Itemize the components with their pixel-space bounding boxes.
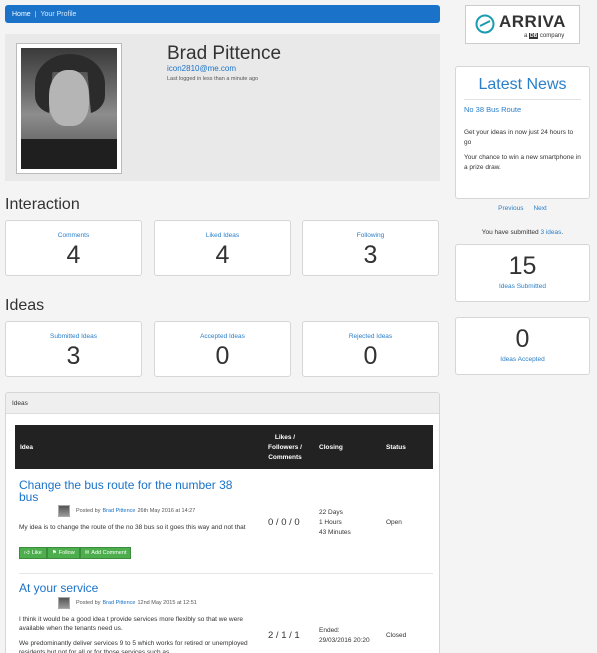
news-divider [464, 99, 581, 100]
closing-time: Ended: 29/03/2016 20:20 [319, 626, 370, 646]
rejected-ideas-label[interactable]: Rejected Ideas [303, 333, 438, 340]
accepted-ideas-label[interactable]: Accepted Ideas [155, 333, 290, 340]
following-card: Following 3 [302, 220, 439, 276]
profile-name: Brad Pittence [167, 43, 282, 64]
following-count: 3 [363, 241, 378, 269]
submitted-note-suffix: . [561, 229, 564, 236]
latest-news-title: Latest News [478, 76, 567, 93]
like-button[interactable]: 👍︎ Like [19, 547, 47, 559]
db-mark: DB [529, 33, 539, 39]
next-link[interactable]: Next [533, 205, 546, 212]
logo-sub-prefix: a [524, 33, 528, 39]
idea-description-continued: We predominantly deliver services 9 to 5… [19, 640, 248, 653]
author-thumbnail [58, 597, 70, 609]
ideas-panel-heading: Ideas [6, 393, 439, 414]
interaction-title: Interaction [5, 196, 80, 213]
arriva-logo-icon [475, 14, 495, 34]
posted-by-prefix: Posted by [76, 600, 101, 606]
table-header: Idea Likes / Followers / Comments Closin… [15, 425, 433, 469]
logo-wordmark: ARRIVA [499, 12, 566, 31]
previous-link[interactable]: Previous [498, 205, 523, 212]
accepted-ideas-count: 0 [215, 342, 230, 370]
ideas-title: Ideas [5, 297, 45, 314]
last-logged-text: Last logged in less than a minute ago [167, 76, 259, 82]
breadcrumb: Home | Your Profile [5, 5, 440, 23]
closing-ended-date: 29/03/2016 20:20 [319, 637, 370, 644]
submitted-ideas-count: 3 [66, 342, 81, 370]
author-link[interactable]: Brad Pittence [102, 600, 135, 606]
news-paragraph-2: Your chance to win a new smartphone in a… [464, 154, 581, 171]
likes-count: 2 / 1 / 1 [268, 630, 300, 641]
comments-count: 4 [66, 241, 81, 269]
logo-subtitle: a DB company [524, 33, 564, 39]
submitted-note-prefix: You have submitted [481, 229, 539, 236]
latest-news-panel: Latest News No 38 Bus Route Get your ide… [455, 66, 590, 199]
arriva-logo[interactable]: ARRIVA a DB company [465, 5, 580, 44]
author-thumbnail [58, 505, 70, 517]
profile-photo [16, 43, 122, 174]
closing-hours: 1 Hours [319, 519, 342, 526]
ideas-accepted-stat: 0 Ideas Accepted [455, 317, 590, 375]
comment-icon: ✉ [84, 550, 90, 556]
news-pager: Previous Next [455, 205, 590, 212]
news-paragraph-1: Get your ideas in now just 24 hours to g… [464, 129, 574, 146]
header-status: Status [386, 444, 406, 451]
add-comment-label: Add Comment [91, 550, 127, 556]
closing-minutes: 43 Minutes [319, 529, 351, 536]
like-label: Like [31, 550, 42, 556]
breadcrumb-home[interactable]: Home [12, 11, 31, 18]
status-text: Closed [386, 632, 407, 639]
ideas-submitted-stat: 15 Ideas Submitted [455, 244, 590, 302]
status-text: Open [386, 519, 402, 526]
idea-title-link[interactable]: Change the bus route for the number 38 b… [19, 479, 251, 503]
ideas-accepted-label[interactable]: Ideas Accepted [456, 356, 589, 363]
closing-time: 22 Days 1 Hours 43 Minutes [319, 508, 351, 538]
thumbs-up-icon: 👍︎ [24, 550, 30, 556]
liked-ideas-count: 4 [215, 241, 230, 269]
author-link[interactable]: Brad Pittence [102, 508, 135, 514]
rejected-ideas-card: Rejected Ideas 0 [302, 321, 439, 377]
liked-ideas-card: Liked Ideas 4 [154, 220, 291, 276]
idea-description: I think it would be a good idea t provid… [19, 616, 244, 632]
submitted-ideas-label[interactable]: Submitted Ideas [6, 333, 141, 340]
posted-by: Posted by Brad Pittence 12nd May 2015 at… [19, 597, 197, 609]
idea-actions: 👍︎ Like ⚑ Follow ✉ Add Comment [19, 547, 132, 559]
ideas-accepted-count: 0 [515, 325, 530, 353]
accepted-ideas-card: Accepted Ideas 0 [154, 321, 291, 377]
posted-date: 12nd May 2015 at 12:51 [137, 600, 197, 606]
add-comment-button[interactable]: ✉ Add Comment [79, 547, 132, 559]
liked-ideas-label[interactable]: Liked Ideas [155, 232, 290, 239]
news-item-title[interactable]: No 38 Bus Route [464, 105, 589, 114]
likes-count: 0 / 0 / 0 [268, 517, 300, 528]
follow-label: Follow [58, 550, 75, 556]
idea-description: My idea is to change the route of the no… [19, 524, 246, 531]
idea-title-link[interactable]: At your service [19, 582, 251, 594]
row-divider [19, 573, 433, 574]
breadcrumb-separator: | [34, 10, 37, 18]
ideas-table-panel: Ideas Idea Likes / Followers / Comments … [5, 392, 440, 653]
closing-ended-label: Ended: [319, 627, 340, 634]
logo-sub-suffix: company [539, 33, 565, 39]
following-label[interactable]: Following [303, 232, 438, 239]
submitted-count-link[interactable]: 3 ideas [540, 229, 561, 236]
header-likes: Likes / Followers / Comments [268, 434, 302, 461]
header-idea: Idea [20, 444, 34, 451]
rejected-ideas-count: 0 [363, 342, 378, 370]
posted-by-prefix: Posted by [76, 508, 101, 514]
comments-label[interactable]: Comments [6, 232, 141, 239]
submitted-ideas-card: Submitted Ideas 3 [5, 321, 142, 377]
breadcrumb-current[interactable]: Your Profile [41, 11, 77, 18]
bookmark-icon: ⚑ [51, 550, 57, 556]
ideas-submitted-count: 15 [508, 252, 537, 280]
posted-date: 26th May 2016 at 14:27 [137, 508, 196, 514]
profile-email[interactable]: icon2810@me.com [167, 64, 236, 73]
ideas-submitted-label[interactable]: Ideas Submitted [456, 283, 589, 290]
closing-days: 22 Days [319, 509, 343, 516]
posted-by: Posted by Brad Pittence 26th May 2016 at… [19, 505, 195, 517]
profile-header: Brad Pittence icon2810@me.com Last logge… [5, 34, 440, 181]
header-closing: Closing [319, 444, 343, 451]
comments-card: Comments 4 [5, 220, 142, 276]
follow-button[interactable]: ⚑ Follow [46, 547, 80, 559]
submitted-note: You have submitted 3 ideas. [455, 229, 590, 236]
